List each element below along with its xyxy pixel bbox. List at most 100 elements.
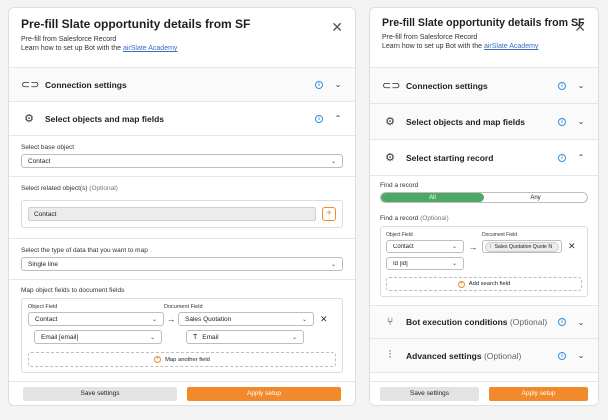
panel-footer: Save settings Apply setup [9, 381, 355, 405]
chevron-down-icon[interactable]: ⌄ [576, 81, 586, 90]
find-record-label: Find a record (Optional) [380, 215, 588, 222]
base-object-select[interactable]: Contact ⌄ [21, 154, 343, 168]
toggle-any[interactable]: Any [484, 193, 587, 202]
info-icon[interactable]: i [558, 117, 566, 126]
academy-link[interactable]: airSlate Academy [484, 43, 538, 50]
info-icon[interactable]: i [315, 114, 323, 123]
section-connection-settings[interactable]: ⊂⊃ Connection settings i ⌄ [370, 68, 598, 104]
document-field-chip: ⁞ Sales Quotation Quote N [485, 241, 559, 252]
gear-icon: ⚙ [24, 113, 34, 125]
object-subfield-select[interactable]: Id [id] ⌄ [386, 257, 464, 270]
map-another-field-button[interactable]: + Map another field [28, 352, 336, 367]
section-execution-conditions[interactable]: ⑂ Bot execution conditions (Optional) i … [370, 305, 598, 339]
arrow-right-icon: → [166, 314, 176, 324]
close-icon[interactable]: ✕ [574, 19, 586, 36]
document-field-label: Document Field [164, 304, 203, 310]
add-search-field-button[interactable]: + Add search field [386, 277, 582, 291]
chevron-down-icon: ⌄ [151, 316, 157, 323]
section-title: Connection settings [406, 80, 488, 91]
find-record-fields-block: Find a record (Optional) Object Field Do… [370, 207, 598, 305]
left-panel: Pre-fill Slate opportunity details from … [8, 7, 356, 406]
data-type-select[interactable]: Single line ⌄ [21, 257, 343, 271]
panel-subtitle: Pre-fill from Salesforce Record [21, 36, 117, 43]
academy-link[interactable]: airSlate Academy [123, 45, 177, 52]
save-settings-button[interactable]: Save settings [23, 386, 177, 401]
add-related-button[interactable]: + [322, 207, 336, 221]
link-icon: ⊂⊃ [382, 80, 401, 92]
match-toggle[interactable]: All Any [380, 192, 588, 203]
object-field-label: Object Field [28, 304, 58, 310]
label-text: Select related object(s) [21, 185, 88, 192]
panel-subtitle: Pre-fill from Salesforce Record [382, 34, 478, 41]
document-field-select[interactable]: ⁞ Sales Quotation Quote N [482, 240, 562, 253]
object-subfield-select[interactable]: Email [email] ⌄ [34, 330, 162, 344]
button-label: Add search field [468, 281, 511, 287]
section-starting-record[interactable]: ⚙ Select starting record i ⌃ [370, 140, 598, 176]
chevron-down-icon[interactable]: ⌄ [576, 351, 586, 360]
remove-lookup-icon[interactable]: ✕ [568, 241, 576, 252]
section-advanced-settings[interactable]: ⫶ Advanced settings (Optional) i ⌄ [370, 339, 598, 373]
info-icon[interactable]: i [558, 153, 566, 162]
section-title: Bot execution conditions (Optional) [406, 317, 558, 327]
document-field-select[interactable]: Sales Quotation ⌄ [178, 312, 314, 326]
chevron-down-icon[interactable]: ⌄ [333, 80, 343, 89]
select-value: Email [email] [41, 333, 79, 341]
title-text: Advanced settings [406, 350, 482, 361]
section-title: Select objects and map fields [406, 116, 526, 127]
gear-icon: ⚙ [385, 116, 395, 128]
chevron-down-icon: ⌄ [451, 244, 457, 250]
related-object-label: Select related object(s) (Optional) [21, 185, 343, 192]
chevron-down-icon: ⌄ [451, 261, 457, 267]
help-text-row: Learn how to set up Bot with the airSlat… [382, 43, 586, 50]
save-settings-button[interactable]: Save settings [380, 386, 479, 401]
document-subfield-select[interactable]: T Email ⌄ [186, 330, 304, 344]
chevron-down-icon: ⌄ [291, 334, 297, 341]
base-object-block: Select base object Contact ⌄ [9, 136, 355, 176]
related-object-select[interactable]: Contact [28, 207, 316, 221]
object-field-select[interactable]: Contact ⌄ [28, 312, 164, 326]
toggle-all[interactable]: All [381, 193, 484, 202]
chip-value: Sales Quotation Quote N [494, 243, 553, 250]
object-field-label: Object Field [386, 232, 413, 238]
section-select-objects[interactable]: ⚙ Select objects and map fields i ⌃ [9, 102, 355, 136]
field-labels-row: Object Field Document Field [386, 232, 582, 238]
text-field-icon: T [193, 333, 198, 341]
button-label: Map another field [165, 356, 210, 363]
object-field-select[interactable]: Contact ⌄ [386, 240, 464, 253]
section-select-objects[interactable]: ⚙ Select objects and map fields i ⌄ [370, 104, 598, 140]
select-value: Sales Quotation [185, 315, 232, 323]
map-fields-box: Object Field Document Field Contact ⌄ → S… [21, 298, 343, 373]
select-value: Single line [28, 260, 58, 268]
link-icon: ⊂⊃ [21, 79, 40, 91]
find-record-block: Find a record All Any [370, 176, 598, 207]
remove-mapping-icon[interactable]: ✕ [320, 314, 328, 325]
apply-setup-button[interactable]: Apply setup [489, 386, 588, 401]
help-text: Learn how to set up Bot with the [21, 45, 123, 52]
info-icon[interactable]: i [558, 81, 566, 90]
chevron-down-icon[interactable]: ⌄ [576, 117, 586, 126]
chevron-down-icon: ⌄ [149, 334, 155, 341]
info-icon[interactable]: i [558, 318, 566, 326]
data-type-block: Select the type of data that you want to… [9, 238, 355, 279]
select-value: Contact [35, 315, 58, 323]
related-object-box: Contact + [21, 200, 343, 228]
title-text: Bot execution conditions [406, 317, 508, 327]
arrow-right-icon: → [468, 241, 478, 252]
section-connection-settings[interactable]: ⊂⊃ Connection settings i ⌄ [9, 68, 355, 102]
sliders-icon: ⫶ [388, 349, 392, 361]
chevron-up-icon[interactable]: ⌃ [333, 114, 343, 123]
apply-setup-button[interactable]: Apply setup [187, 386, 341, 401]
info-icon[interactable]: i [315, 80, 323, 89]
optional-text: (Optional) [89, 185, 118, 192]
field-labels-row: Object Field Document Field [28, 304, 336, 310]
chevron-up-icon[interactable]: ⌃ [576, 153, 586, 162]
panel-header: Pre-fill Slate opportunity details from … [370, 8, 598, 68]
lookup-box: Object Field Document Field Contact ⌄ → ⁞… [380, 226, 588, 297]
mapping-row: Contact ⌄ → Sales Quotation ⌄ ✕ [28, 312, 336, 326]
plus-circle-icon: + [154, 356, 162, 363]
close-icon[interactable]: ✕ [331, 19, 343, 36]
panel-header: Pre-fill Slate opportunity details from … [9, 8, 355, 68]
info-icon[interactable]: i [558, 351, 566, 360]
chevron-down-icon[interactable]: ⌄ [576, 318, 586, 327]
optional-text: (Optional) [483, 350, 522, 361]
